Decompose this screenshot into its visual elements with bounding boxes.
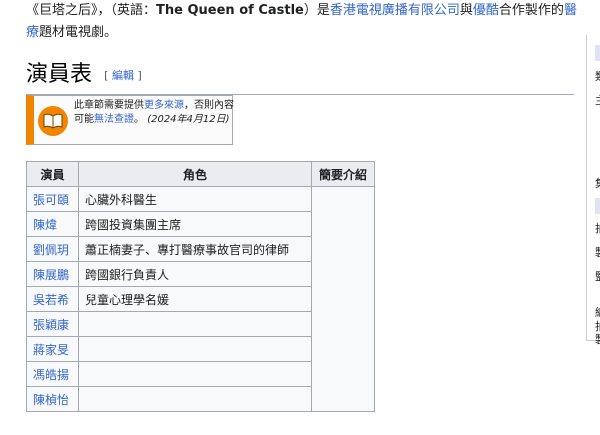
link-youku[interactable]: 優酷 [473, 3, 499, 18]
edit-link[interactable]: 編輯 [112, 69, 134, 82]
role-cell: 心臟外科醫生 [78, 186, 312, 212]
actor-link[interactable]: 蔣家旻 [33, 343, 69, 357]
infobox-label-fragment: 集 [595, 175, 600, 191]
notice-text-part: 此章節需要提供 [74, 100, 144, 111]
header-role: 角色 [78, 161, 312, 187]
summary-cell [311, 186, 375, 412]
actor-link[interactable]: 吳若希 [33, 293, 69, 307]
intro-text: 與 [459, 3, 473, 18]
actor-link[interactable]: 陳煒 [33, 218, 57, 232]
infobox-label-fragment: 製 [595, 244, 600, 260]
edit-section: [ 編輯 ] [104, 69, 142, 82]
link-more-sources[interactable]: 更多來源 [144, 100, 184, 111]
actor-link[interactable]: 陳楨怡 [33, 393, 69, 407]
intro-text: ）是 [303, 3, 330, 18]
intro-text: 合作製作的 [498, 3, 564, 18]
infobox-label-fragment: 主 [595, 92, 600, 108]
edit-bracket-open: [ [104, 69, 109, 82]
section-title: 演員表 [26, 62, 93, 87]
edit-bracket-close: ] [137, 69, 142, 82]
link-tvb[interactable]: 香港電視廣播有限公司 [330, 3, 460, 18]
role-cell: 蕭正楠妻子、專打醫療事故官司的律師 [78, 236, 312, 262]
infobox-label-fragment: 製 [595, 331, 600, 347]
link-unverifiable[interactable]: 無法查證 [94, 114, 134, 125]
notice-date: (2024年4月12日) [147, 114, 230, 125]
book-icon [38, 106, 68, 136]
infobox-header-bar [595, 45, 600, 61]
actor-cell: 陳楨怡 [26, 386, 79, 412]
header-summary: 簡要介紹 [311, 161, 375, 187]
actor-cell: 陳展鵬 [26, 261, 79, 287]
english-title: The Queen of Castle [156, 3, 304, 18]
table-row: 張可頤 心臟外科醫生 [26, 186, 375, 412]
infobox-section-bar [595, 198, 600, 214]
table-header-row: 演員 角色 簡要介紹 [26, 161, 375, 187]
actor-cell: 張穎康 [26, 311, 79, 337]
actor-cell: 馮皓揚 [26, 361, 79, 387]
actor-link[interactable]: 劉佩玥 [33, 243, 69, 257]
intro-text: 題材電視劇。 [39, 25, 118, 40]
actor-cell: 張可頤 [26, 186, 79, 212]
role-cell [78, 336, 312, 362]
infobox-label-fragment: 類 [595, 68, 600, 84]
role-cell: 跨國銀行負責人 [78, 261, 312, 287]
header-actor: 演員 [26, 161, 79, 187]
actor-cell: 陳煒 [26, 211, 79, 237]
actor-cell: 吳若希 [26, 286, 79, 312]
actor-link[interactable]: 張可頤 [33, 193, 69, 207]
role-cell: 跨國投資集團主席 [78, 211, 312, 237]
infobox-label-fragment: 拍 [595, 220, 600, 236]
role-cell [78, 311, 312, 337]
intro-paragraph: 《巨塔之后》，（英語：The Queen of Castle）是香港電視廣播有限… [26, 0, 578, 44]
actor-cell: 劉佩玥 [26, 236, 79, 262]
role-cell [78, 386, 312, 412]
actor-link[interactable]: 張穎康 [33, 318, 69, 332]
role-cell: 兒童心理學名媛 [78, 286, 312, 312]
actor-cell: 蔣家旻 [26, 336, 79, 362]
infobox-edge: 類 主 集 拍 製 監 編 拍 製 [586, 35, 600, 346]
actor-link[interactable]: 馮皓揚 [33, 368, 69, 382]
cast-table: 演員 角色 簡要介紹 張可頤 心臟外科醫生 陳煒 跨國投資集團主席 劉佩玥 蕭正… [26, 161, 375, 412]
intro-text: 《巨塔之后》，（英語： [26, 3, 157, 18]
citation-notice-box: 此章節需要提供更多來源，否則內容可能無法查證。 (2024年4月12日) [26, 95, 236, 145]
infobox-label-fragment: 監 [595, 268, 600, 284]
section-heading-cast: 演員表 [ 編輯 ] [26, 60, 574, 95]
notice-text-part: 。 [134, 114, 144, 125]
role-cell [78, 361, 312, 387]
actor-link[interactable]: 陳展鵬 [33, 268, 69, 282]
notice-text: 此章節需要提供更多來源，否則內容可能無法查證。 (2024年4月12日) [74, 99, 236, 127]
